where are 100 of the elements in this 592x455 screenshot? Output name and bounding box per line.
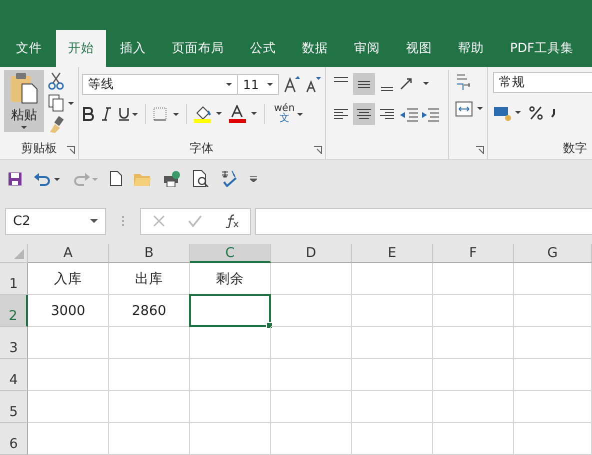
- active-cell[interactable]: [189, 294, 271, 327]
- row-header[interactable]: 5: [0, 391, 28, 423]
- row-header[interactable]: 3: [0, 327, 28, 359]
- ribbon-tab[interactable]: 审阅: [342, 30, 392, 67]
- printer-icon[interactable]: [163, 170, 181, 186]
- empty-cell[interactable]: [514, 327, 592, 359]
- increase-font-icon[interactable]: [284, 75, 300, 93]
- cancel-icon[interactable]: [152, 215, 164, 227]
- ribbon-tab[interactable]: 公式: [238, 30, 288, 67]
- underline-icon[interactable]: [118, 107, 138, 121]
- dialog-launcher-icon[interactable]: [476, 146, 484, 154]
- borders-icon[interactable]: [153, 107, 179, 121]
- insert-function-icon[interactable]: [224, 214, 238, 228]
- formula-input[interactable]: [255, 208, 592, 234]
- column-header[interactable]: B: [109, 244, 190, 263]
- merge-cells-icon[interactable]: [455, 100, 483, 118]
- empty-cell[interactable]: [433, 295, 514, 327]
- middle-align-button[interactable]: [353, 73, 375, 95]
- column-header[interactable]: G: [514, 244, 592, 263]
- empty-cell[interactable]: [433, 391, 514, 423]
- phonetic-guide-button[interactable]: wén 文: [272, 102, 305, 126]
- ribbon-tab[interactable]: 帮助: [446, 30, 496, 67]
- dialog-launcher-icon[interactable]: [67, 146, 75, 154]
- empty-cell[interactable]: [352, 295, 433, 327]
- fill-color-icon[interactable]: [194, 105, 222, 123]
- folder-icon[interactable]: [134, 172, 151, 186]
- decrease-font-icon[interactable]: [305, 75, 321, 93]
- copy-icon[interactable]: [48, 94, 74, 112]
- empty-cell[interactable]: [352, 327, 433, 359]
- empty-cell[interactable]: [271, 423, 352, 455]
- fill-handle[interactable]: [266, 322, 273, 329]
- ribbon-tab[interactable]: 视图: [394, 30, 444, 67]
- format-painter-icon[interactable]: [48, 116, 64, 134]
- empty-cell[interactable]: [352, 391, 433, 423]
- undo-icon[interactable]: [34, 172, 60, 186]
- ribbon-tab[interactable]: 开始: [56, 30, 106, 67]
- empty-cell[interactable]: [514, 295, 592, 327]
- empty-cell[interactable]: [190, 423, 271, 455]
- empty-cell[interactable]: [109, 423, 190, 455]
- empty-cell[interactable]: [271, 295, 352, 327]
- empty-cell[interactable]: [190, 359, 271, 391]
- column-header[interactable]: C: [190, 244, 271, 263]
- column-header[interactable]: E: [352, 244, 433, 263]
- dialog-launcher-icon[interactable]: [314, 146, 322, 154]
- row-header[interactable]: 2: [0, 295, 28, 327]
- customize-menu-icon[interactable]: [250, 176, 257, 182]
- clipboard-icon: [9, 72, 39, 104]
- font-name-dropdown[interactable]: 等线: [82, 74, 238, 94]
- row-header[interactable]: 1: [0, 263, 28, 295]
- percent-icon[interactable]: [529, 106, 543, 120]
- wrap-text-icon[interactable]: [455, 72, 473, 92]
- empty-cell[interactable]: [352, 359, 433, 391]
- check-icon[interactable]: [188, 215, 202, 227]
- empty-cell[interactable]: [433, 263, 514, 295]
- comma-style-icon[interactable]: [551, 108, 557, 118]
- print-preview-icon[interactable]: [193, 170, 209, 187]
- empty-cell[interactable]: [433, 327, 514, 359]
- spelling-check-icon[interactable]: [221, 170, 238, 187]
- empty-cell[interactable]: [433, 359, 514, 391]
- empty-cell[interactable]: [514, 391, 592, 423]
- ribbon-tab[interactable]: 数据: [290, 30, 340, 67]
- empty-cell[interactable]: [271, 327, 352, 359]
- column-header[interactable]: A: [28, 244, 109, 263]
- empty-cell[interactable]: [514, 359, 592, 391]
- ribbon-tab[interactable]: 页面布局: [160, 30, 236, 67]
- name-box[interactable]: C2: [5, 208, 106, 234]
- row-header[interactable]: 4: [0, 359, 28, 391]
- column-header[interactable]: F: [433, 244, 514, 263]
- empty-cell[interactable]: [271, 391, 352, 423]
- redo-icon[interactable]: [72, 172, 98, 186]
- empty-cell[interactable]: [190, 391, 271, 423]
- drag-handle-icon[interactable]: [122, 216, 124, 226]
- ribbon-tab[interactable]: 文件: [4, 30, 54, 67]
- new-document-icon[interactable]: [110, 171, 122, 186]
- scissors-icon[interactable]: [48, 72, 64, 90]
- empty-cell[interactable]: [109, 391, 190, 423]
- ribbon-tab[interactable]: PDF工具集: [498, 30, 586, 67]
- empty-cell[interactable]: [433, 423, 514, 455]
- row-header[interactable]: 6: [0, 423, 28, 455]
- font-size-dropdown[interactable]: 11: [237, 74, 279, 94]
- empty-cell[interactable]: [271, 263, 352, 295]
- select-all-icon[interactable]: [14, 249, 24, 259]
- paste-button[interactable]: 粘贴: [4, 70, 44, 132]
- empty-cell[interactable]: [271, 359, 352, 391]
- save-icon[interactable]: [8, 172, 22, 186]
- currency-icon[interactable]: [493, 104, 521, 122]
- column-header[interactable]: D: [271, 244, 352, 263]
- number-format-dropdown[interactable]: 常规: [493, 72, 592, 93]
- empty-cell[interactable]: [352, 263, 433, 295]
- empty-cell[interactable]: [109, 327, 190, 359]
- align-center-button[interactable]: [353, 103, 375, 125]
- bold-icon[interactable]: [82, 107, 94, 121]
- italic-icon[interactable]: [101, 107, 111, 121]
- empty-cell[interactable]: [109, 359, 190, 391]
- empty-cell[interactable]: [352, 423, 433, 455]
- empty-cell[interactable]: [514, 423, 592, 455]
- font-color-icon[interactable]: [229, 105, 257, 123]
- empty-cell[interactable]: [190, 327, 271, 359]
- ribbon-tab[interactable]: 插入: [108, 30, 158, 67]
- empty-cell[interactable]: [514, 263, 592, 295]
